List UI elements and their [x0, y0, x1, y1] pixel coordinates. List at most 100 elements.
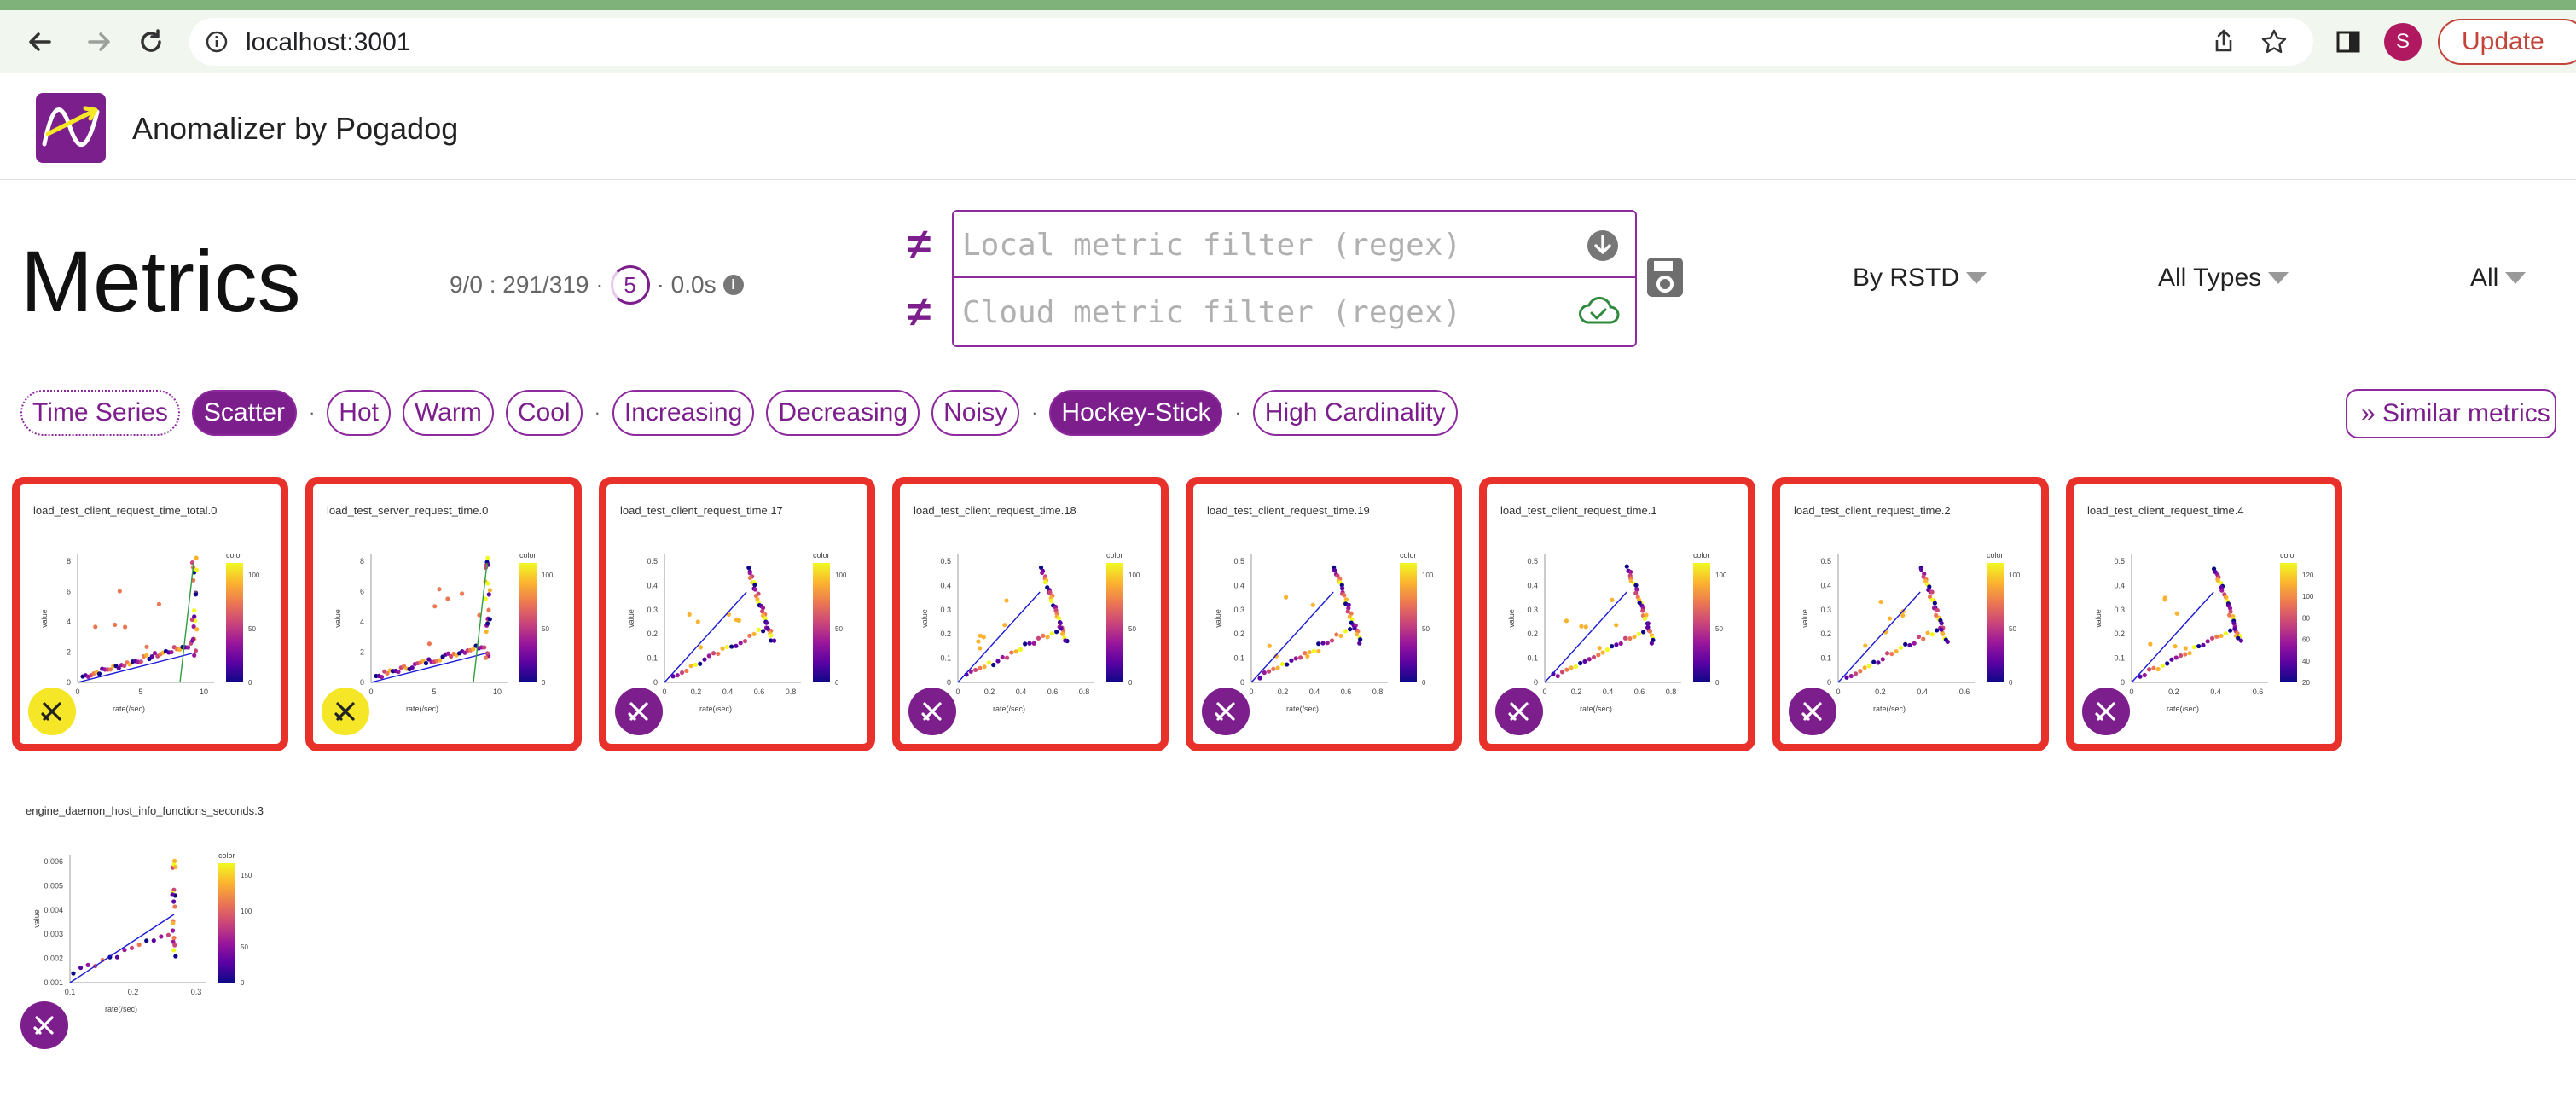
sort-dropdown-label: By RSTD	[1853, 264, 1960, 292]
chip-scatter[interactable]: Scatter	[191, 390, 297, 436]
types-dropdown[interactable]: All Types	[2158, 264, 2289, 293]
local-metric-filter-input[interactable]	[962, 222, 1576, 268]
download-circle-icon[interactable]	[1586, 229, 1620, 263]
data-point	[485, 621, 490, 626]
yellow-cross-icon	[41, 702, 61, 721]
info-icon[interactable]: i	[722, 275, 744, 295]
metric-card[interactable]: engine_daemon_host_info_functions_second…	[12, 785, 276, 1058]
data-point	[2165, 661, 2170, 666]
data-point	[1640, 608, 1645, 613]
x-tick-label: 0	[2129, 688, 2133, 696]
data-point	[2174, 611, 2179, 616]
side-panel-button[interactable]	[2327, 20, 2370, 63]
data-point	[736, 618, 741, 623]
chip-hockey-stick[interactable]: Hockey-Stick	[1049, 390, 1223, 436]
app-title: Anomalizer by Pogadog	[132, 111, 459, 146]
hockey-stick-badge[interactable]	[908, 688, 956, 735]
chip-cool[interactable]: Cool	[505, 390, 583, 436]
data-point	[486, 592, 491, 597]
data-point	[765, 626, 770, 631]
data-point	[1618, 641, 1623, 647]
chip-decreasing[interactable]: Decreasing	[766, 390, 920, 436]
stats-counts: 9/0 : 291/319 ·	[450, 271, 604, 298]
colorbar-tick-label: 0	[2009, 679, 2013, 687]
hockey-stick-badge[interactable]	[2082, 688, 2130, 735]
data-point	[1325, 641, 1330, 646]
x-axis-label: rate(/sec)	[1873, 705, 1906, 713]
data-point	[746, 565, 751, 571]
hockey-stick-badge[interactable]	[1495, 688, 1543, 735]
data-point	[1610, 597, 1615, 602]
metric-filter-chips: Time Series Scatter · Hot Warm Cool · Increasin…	[20, 390, 1470, 436]
logo-wave-icon	[42, 106, 100, 147]
share-icon[interactable]	[2211, 28, 2237, 54]
cloud-metric-filter-input[interactable]	[962, 289, 1576, 335]
profile-avatar[interactable]: S	[2384, 23, 2422, 61]
x-tick-label: 0.2	[2168, 688, 2179, 696]
data-point	[1564, 618, 1569, 624]
chip-hot[interactable]: Hot	[327, 390, 391, 436]
metric-card[interactable]: load_test_client_request_time.17 0 0.1 0.2 0…	[599, 477, 875, 751]
colorbar-label: color	[1400, 551, 1417, 560]
colorbar-tick-label: 150	[241, 872, 252, 879]
colorbar	[1106, 563, 1123, 682]
y-tick-label: 0.2	[1233, 630, 1244, 638]
forward-button[interactable]	[78, 20, 120, 63]
fit-line	[664, 591, 747, 683]
data-point	[693, 662, 699, 668]
data-point	[159, 934, 164, 939]
colorbar-tick-label: 100	[542, 572, 554, 579]
chip-high-cardinality[interactable]: High Cardinality	[1252, 390, 1458, 436]
y-tick-label: 0	[1240, 678, 1244, 687]
browser-update-button[interactable]: Update	[2438, 19, 2576, 65]
metric-card[interactable]: load_test_client_request_time.1 0 0.1 0.2 0.…	[1479, 477, 1755, 751]
data-point	[2169, 657, 2174, 662]
save-disk-icon[interactable]	[1645, 256, 1685, 299]
colorbar-tick-label: 100	[1422, 572, 1434, 579]
hockey-stick-badge[interactable]	[1202, 688, 1250, 735]
data-point	[423, 660, 429, 666]
data-point	[93, 624, 98, 630]
bookmark-star-icon[interactable]	[2260, 28, 2288, 55]
metric-card[interactable]: load_test_client_request_time.19 0 0.1 0.2 0…	[1186, 477, 1462, 751]
metric-card[interactable]: load_test_server_request_time.0 0 2 4 6 8 0 5 10…	[305, 477, 582, 751]
refresh-count-ring[interactable]: 5	[610, 265, 650, 305]
similar-metrics-button[interactable]: » Similar metrics	[2346, 389, 2556, 438]
y-tick-label: 0	[2121, 678, 2125, 687]
y-tick-label: 8	[67, 557, 71, 566]
back-button[interactable]	[19, 20, 61, 63]
metric-card[interactable]: load_test_client_request_time.4 0 0.1 0.2 0.…	[2066, 477, 2342, 751]
local-filter-negate-toggle[interactable]: ≠	[908, 219, 931, 269]
data-point	[1587, 657, 1592, 662]
hockey-stick-badge[interactable]	[322, 688, 369, 735]
hockey-stick-badge[interactable]	[615, 688, 663, 735]
chip-time-series[interactable]: Time Series	[20, 390, 180, 436]
anomalizer-logo[interactable]	[36, 93, 106, 163]
data-point	[1048, 598, 1054, 604]
y-tick-label: 0	[1827, 678, 1831, 687]
data-point	[1614, 623, 1619, 628]
scope-dropdown-label: All	[2470, 264, 2499, 292]
hockey-stick-badge[interactable]	[1789, 688, 1836, 735]
hockey-stick-badge[interactable]	[28, 688, 76, 735]
address-bar[interactable]: localhost:3001	[189, 18, 2313, 66]
cloud-filter-negate-toggle[interactable]: ≠	[908, 287, 931, 336]
data-point	[769, 633, 774, 638]
x-tick-label: 0.8	[1372, 688, 1384, 696]
data-point	[1334, 632, 1339, 637]
site-info-icon[interactable]	[205, 30, 229, 54]
cloud-check-icon[interactable]	[1577, 296, 1620, 327]
chip-noisy[interactable]: Noisy	[931, 390, 1020, 436]
metric-card[interactable]: load_test_client_request_time_total.0 0 2 4…	[12, 477, 288, 751]
metric-card[interactable]: load_test_client_request_time.2 0 0.1 0.2 0.…	[1772, 477, 2049, 751]
chip-warm[interactable]: Warm	[402, 390, 494, 436]
hockey-stick-badge[interactable]	[20, 1001, 68, 1049]
sort-dropdown[interactable]: By RSTD	[1853, 264, 1987, 293]
metric-card[interactable]: load_test_client_request_time.18 0 0.1 0.2 0…	[892, 477, 1169, 751]
y-tick-label: 0.1	[1233, 654, 1244, 663]
scope-dropdown[interactable]: All	[2470, 264, 2527, 293]
data-point	[1627, 635, 1633, 641]
colorbar	[226, 563, 243, 682]
reload-button[interactable]	[130, 20, 172, 63]
chip-increasing[interactable]: Increasing	[612, 390, 755, 436]
